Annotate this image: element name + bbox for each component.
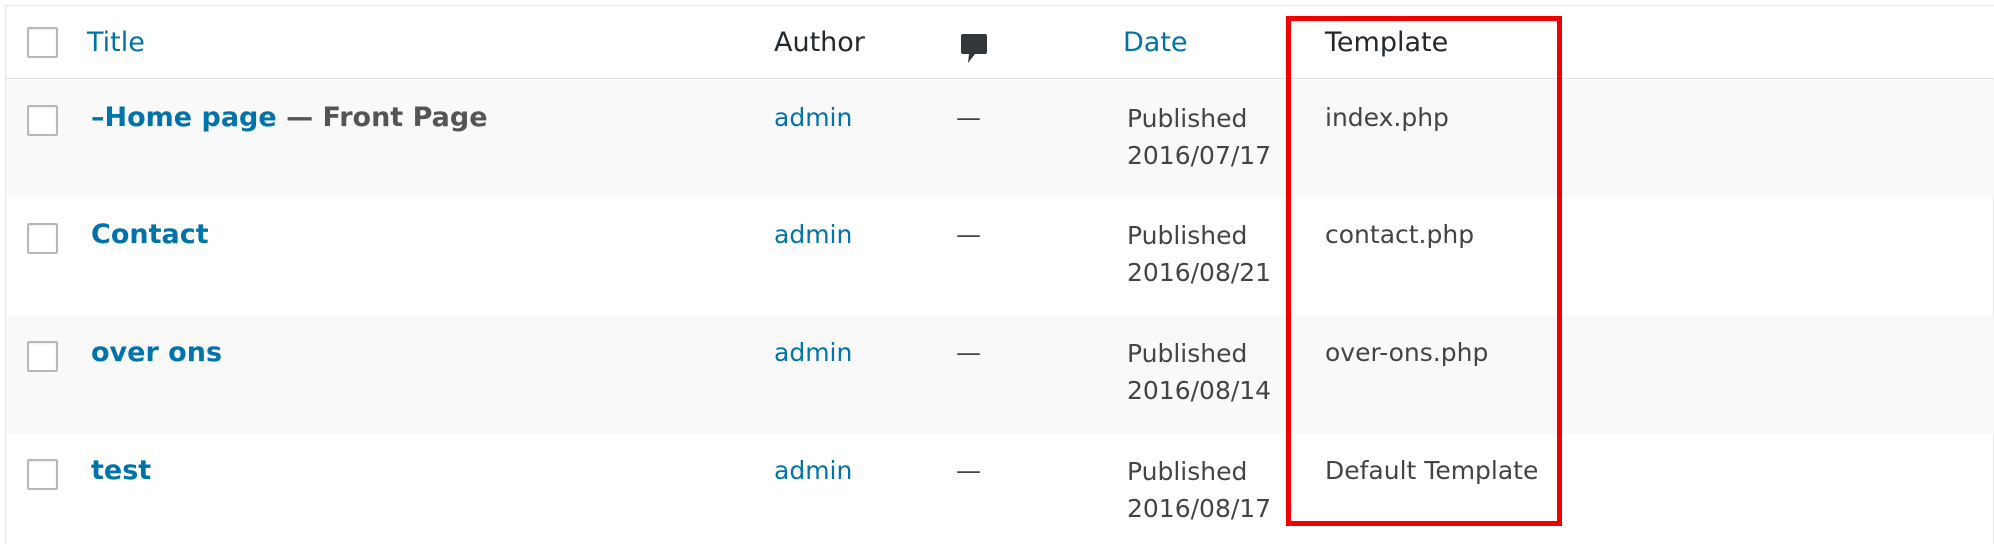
page-title-link[interactable]: Contact: [91, 219, 209, 250]
date-cell: Published 2016/08/17: [1127, 453, 1297, 527]
row-title-cell: test: [91, 453, 151, 489]
column-header-author: Author: [774, 27, 865, 58]
post-state-label: — Front Page: [276, 102, 488, 133]
date-value: 2016/08/17: [1127, 494, 1272, 523]
table-row: test admin — Published 2016/08/17 Defaul…: [6, 434, 1994, 544]
page-title-link[interactable]: over ons: [91, 337, 222, 368]
date-cell: Published 2016/08/14: [1127, 335, 1297, 409]
template-value: contact.php: [1325, 220, 1475, 249]
comment-bubble-icon[interactable]: [960, 33, 988, 65]
table-row: Contact admin — Published 2016/08/21 con…: [6, 198, 1994, 316]
comment-count: —: [956, 220, 981, 249]
row-checkbox[interactable]: [27, 105, 58, 136]
row-checkbox[interactable]: [27, 223, 58, 254]
row-title-cell: over ons: [91, 335, 222, 371]
template-value: Default Template: [1325, 456, 1539, 485]
date-value: 2016/08/21: [1127, 258, 1272, 287]
table-row: over ons admin — Published 2016/08/14 ov…: [6, 316, 1994, 434]
template-value: over-ons.php: [1325, 338, 1489, 367]
date-status: Published: [1127, 457, 1248, 486]
column-header-template: Template: [1325, 27, 1449, 58]
date-status: Published: [1127, 104, 1248, 133]
select-all-checkbox[interactable]: [27, 27, 58, 58]
template-value: index.php: [1325, 103, 1449, 132]
table-header: Title Author Date Template: [6, 6, 1994, 79]
date-status: Published: [1127, 339, 1248, 368]
date-value: 2016/07/17: [1127, 141, 1272, 170]
column-header-title[interactable]: Title: [87, 25, 145, 61]
row-title-cell: –Home page — Front Page: [91, 100, 488, 136]
comment-count: —: [956, 338, 981, 367]
column-header-date[interactable]: Date: [1123, 25, 1188, 61]
comment-count: —: [956, 456, 981, 485]
author-link[interactable]: admin: [774, 100, 852, 136]
comment-count: —: [956, 103, 981, 132]
date-value: 2016/08/14: [1127, 376, 1272, 405]
author-link[interactable]: admin: [774, 335, 852, 371]
page-title-link[interactable]: test: [91, 455, 151, 486]
row-checkbox[interactable]: [27, 459, 58, 490]
author-link[interactable]: admin: [774, 217, 852, 253]
row-title-cell: Contact: [91, 217, 209, 253]
date-cell: Published 2016/08/21: [1127, 217, 1297, 291]
author-link[interactable]: admin: [774, 453, 852, 489]
row-checkbox[interactable]: [27, 341, 58, 372]
table-row: –Home page — Front Page admin — Publishe…: [6, 80, 1994, 198]
page-title-link[interactable]: –Home page: [91, 102, 277, 133]
pages-list-table: Title Author Date Template –Home page — …: [5, 5, 1994, 544]
date-status: Published: [1127, 221, 1248, 250]
date-cell: Published 2016/07/17: [1127, 100, 1297, 174]
